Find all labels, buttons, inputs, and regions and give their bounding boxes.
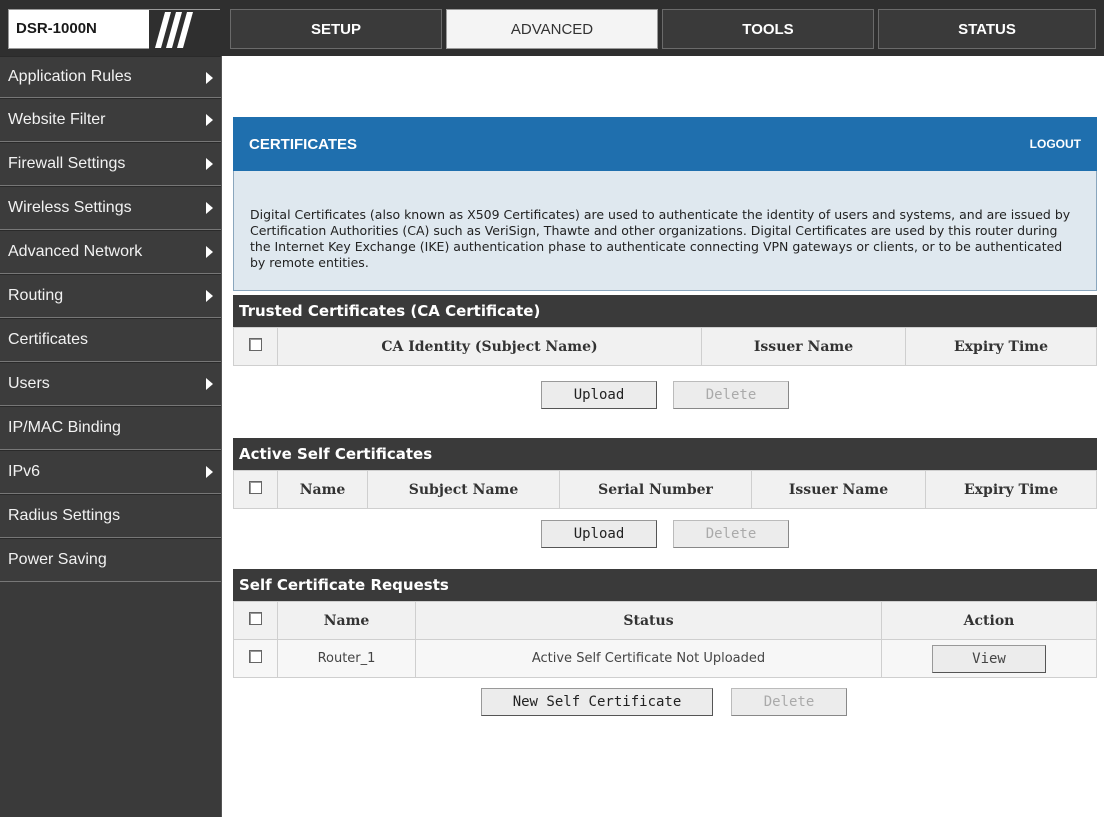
arrow-right-icon — [206, 378, 213, 390]
trusted-certificates-table: CA Identity (Subject Name) Issuer Name E… — [233, 327, 1097, 366]
tab-tools[interactable]: TOOLS — [662, 9, 874, 49]
sidebar-item-certificates[interactable]: Certificates — [0, 318, 221, 362]
request-status: Active Self Certificate Not Uploaded — [415, 639, 882, 678]
sidebar-item-wireless-settings[interactable]: Wireless Settings — [0, 186, 221, 230]
column-header: Status — [415, 601, 882, 640]
sidebar-item-label: IP/MAC Binding — [8, 419, 121, 436]
request-action-cell: View — [881, 639, 1097, 678]
new-self-certificate-button[interactable]: New Self Certificate — [481, 688, 713, 716]
page-description: Digital Certificates (also known as X509… — [233, 171, 1097, 291]
delete-button[interactable]: Delete — [673, 381, 789, 409]
table-header-row: CA Identity (Subject Name) Issuer Name E… — [233, 327, 1097, 366]
column-header: Name — [277, 470, 368, 509]
sidebar-item-label: Certificates — [8, 331, 89, 348]
column-header: Action — [881, 601, 1097, 640]
brand-logo: DSR-1000N — [8, 9, 221, 50]
sidebar-item-label: Wireless Settings — [8, 199, 132, 216]
sidebar-item-power-saving[interactable]: Power Saving — [0, 538, 221, 582]
arrow-right-icon — [206, 246, 213, 258]
column-header: Subject Name — [367, 470, 560, 509]
select-all-checkbox[interactable] — [249, 612, 262, 625]
upload-button[interactable]: Upload — [541, 520, 657, 548]
arrow-right-icon — [206, 290, 213, 302]
tab-status[interactable]: STATUS — [878, 9, 1096, 49]
table-row: Router_1 Active Self Certificate Not Upl… — [233, 639, 1097, 678]
column-header: Issuer Name — [701, 327, 906, 366]
table-header-row: Name Status Action — [233, 601, 1097, 640]
column-header: Issuer Name — [751, 470, 926, 509]
sidebar: Application Rules Website Filter Firewal… — [0, 56, 222, 817]
column-header: Name — [277, 601, 416, 640]
delete-button[interactable]: Delete — [673, 520, 789, 548]
sidebar-item-label: Website Filter — [8, 111, 106, 128]
sidebar-item-firewall-settings[interactable]: Firewall Settings — [0, 142, 221, 186]
sidebar-item-label: Application Rules — [8, 68, 132, 85]
select-all-cell — [233, 470, 278, 509]
view-button[interactable]: View — [932, 644, 1046, 673]
column-header: Serial Number — [559, 470, 752, 509]
select-all-cell — [233, 601, 278, 640]
select-all-checkbox[interactable] — [249, 338, 262, 351]
sidebar-item-users[interactable]: Users — [0, 362, 221, 406]
upload-button[interactable]: Upload — [541, 381, 657, 409]
sidebar-item-label: Users — [8, 375, 50, 392]
delete-button[interactable]: Delete — [731, 688, 847, 716]
trusted-certificates-header: Trusted Certificates (CA Certificate) — [233, 295, 1097, 327]
self-certificate-requests-table: Name Status Action Router_1 Active Self … — [233, 601, 1097, 678]
sidebar-item-label: Advanced Network — [8, 243, 143, 260]
sidebar-item-label: Radius Settings — [8, 507, 121, 524]
trusted-buttons: Upload Delete — [233, 366, 1097, 424]
sidebar-item-label: Power Saving — [8, 551, 107, 568]
row-checkbox[interactable] — [249, 650, 262, 663]
row-select-cell — [233, 639, 278, 678]
requests-buttons: New Self Certificate Delete — [233, 678, 1097, 736]
table-header-row: Name Subject Name Serial Number Issuer N… — [233, 470, 1097, 509]
sidebar-item-advanced-network[interactable]: Advanced Network — [0, 230, 221, 274]
sidebar-item-application-rules[interactable]: Application Rules — [0, 56, 221, 98]
sidebar-item-label: Firewall Settings — [8, 155, 126, 172]
sidebar-item-ipv6[interactable]: IPv6 — [0, 450, 221, 494]
sidebar-item-ip-mac-binding[interactable]: IP/MAC Binding — [0, 406, 221, 450]
tab-advanced[interactable]: ADVANCED — [446, 9, 658, 49]
sidebar-item-radius-settings[interactable]: Radius Settings — [0, 494, 221, 538]
sidebar-item-label: IPv6 — [8, 463, 41, 480]
brand-label: DSR-1000N — [16, 20, 97, 37]
select-all-cell — [233, 327, 278, 366]
column-header: CA Identity (Subject Name) — [277, 327, 702, 366]
page-header: CERTIFICATES LOGOUT — [233, 117, 1097, 171]
top-nav: DSR-1000N SETUP ADVANCED TOOLS STATUS — [0, 0, 1104, 56]
active-self-certificates-table: Name Subject Name Serial Number Issuer N… — [233, 470, 1097, 509]
brand-slashes-icon — [149, 10, 221, 50]
column-header: Expiry Time — [925, 470, 1097, 509]
arrow-right-icon — [206, 158, 213, 170]
active-self-certificates-header: Active Self Certificates — [233, 438, 1097, 470]
sidebar-item-website-filter[interactable]: Website Filter — [0, 98, 221, 142]
page-title: CERTIFICATES — [249, 136, 358, 153]
sidebar-item-label: Routing — [8, 287, 64, 304]
sidebar-item-routing[interactable]: Routing — [0, 274, 221, 318]
arrow-right-icon — [206, 114, 213, 126]
column-header: Expiry Time — [905, 327, 1097, 366]
main-content: CERTIFICATES LOGOUT Digital Certificates… — [233, 117, 1097, 736]
select-all-checkbox[interactable] — [249, 481, 262, 494]
tab-setup[interactable]: SETUP — [230, 9, 442, 49]
arrow-right-icon — [206, 466, 213, 478]
arrow-right-icon — [206, 72, 213, 84]
active-self-buttons: Upload Delete — [233, 509, 1097, 567]
request-name: Router_1 — [277, 639, 416, 678]
arrow-right-icon — [206, 202, 213, 214]
logout-link[interactable]: LOGOUT — [1030, 137, 1081, 151]
self-certificate-requests-header: Self Certificate Requests — [233, 569, 1097, 601]
